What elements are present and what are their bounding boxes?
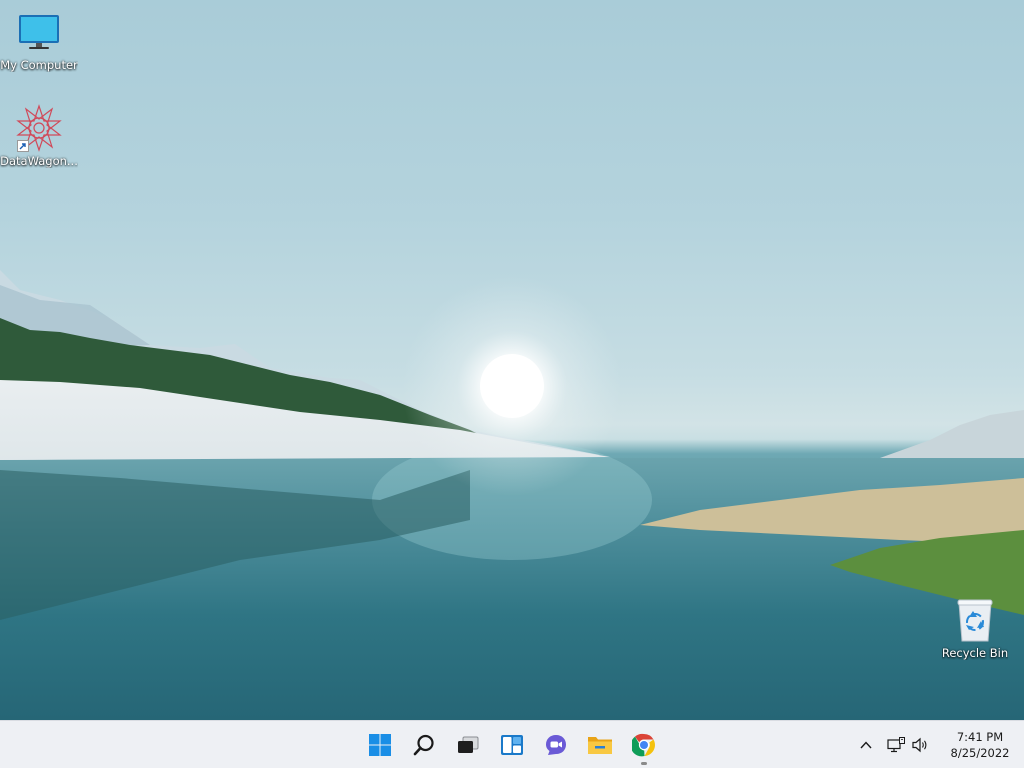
volume-button[interactable]: [908, 729, 932, 761]
datawagon-logo-icon: [15, 104, 63, 152]
start-button[interactable]: [358, 725, 402, 765]
system-tray: 7:41 PM 8/25/2022: [854, 721, 1024, 768]
desktop[interactable]: My Computer DataWagon... Recycle Bin: [0, 0, 1024, 720]
desktop-icon-recycle-bin[interactable]: Recycle Bin: [936, 596, 1014, 660]
file-explorer-button[interactable]: [578, 725, 622, 765]
clock-date: 8/25/2022: [950, 745, 1010, 760]
task-view-icon: [458, 736, 479, 753]
widgets-button[interactable]: [490, 725, 534, 765]
chevron-up-icon: [860, 740, 872, 748]
shortcut-arrow-icon: [17, 140, 29, 152]
chat-button[interactable]: [534, 725, 578, 765]
task-view-button[interactable]: [446, 725, 490, 765]
search-button[interactable]: [402, 725, 446, 765]
show-hidden-icons-button[interactable]: [854, 729, 878, 761]
taskbar: 7:41 PM 8/25/2022: [0, 720, 1024, 768]
desktop-icon-label: Recycle Bin: [941, 646, 1009, 660]
monitor-icon: [15, 8, 63, 56]
volume-icon: [912, 737, 927, 752]
desktop-icon-my-computer[interactable]: My Computer: [0, 8, 78, 72]
search-icon: [413, 734, 434, 755]
network-icon: [887, 736, 905, 752]
recycle-bin-icon: [951, 596, 999, 644]
clock-time: 7:41 PM: [956, 729, 1004, 744]
desktop-icon-datawagon[interactable]: DataWagon...: [0, 104, 78, 168]
chrome-button[interactable]: [622, 725, 666, 765]
desktop-icon-label: My Computer: [0, 58, 78, 72]
network-button[interactable]: [884, 729, 908, 761]
chat-icon: [546, 734, 566, 755]
widgets-icon: [501, 734, 523, 755]
clock[interactable]: 7:41 PM 8/25/2022: [942, 729, 1018, 761]
taskbar-apps: [358, 721, 666, 768]
windows-start-icon: [369, 733, 391, 756]
wallpaper: [0, 270, 1024, 720]
running-indicator: [641, 761, 647, 765]
folder-icon: [588, 736, 612, 754]
chrome-icon: [632, 733, 655, 756]
desktop-icon-label: DataWagon...: [0, 154, 78, 168]
